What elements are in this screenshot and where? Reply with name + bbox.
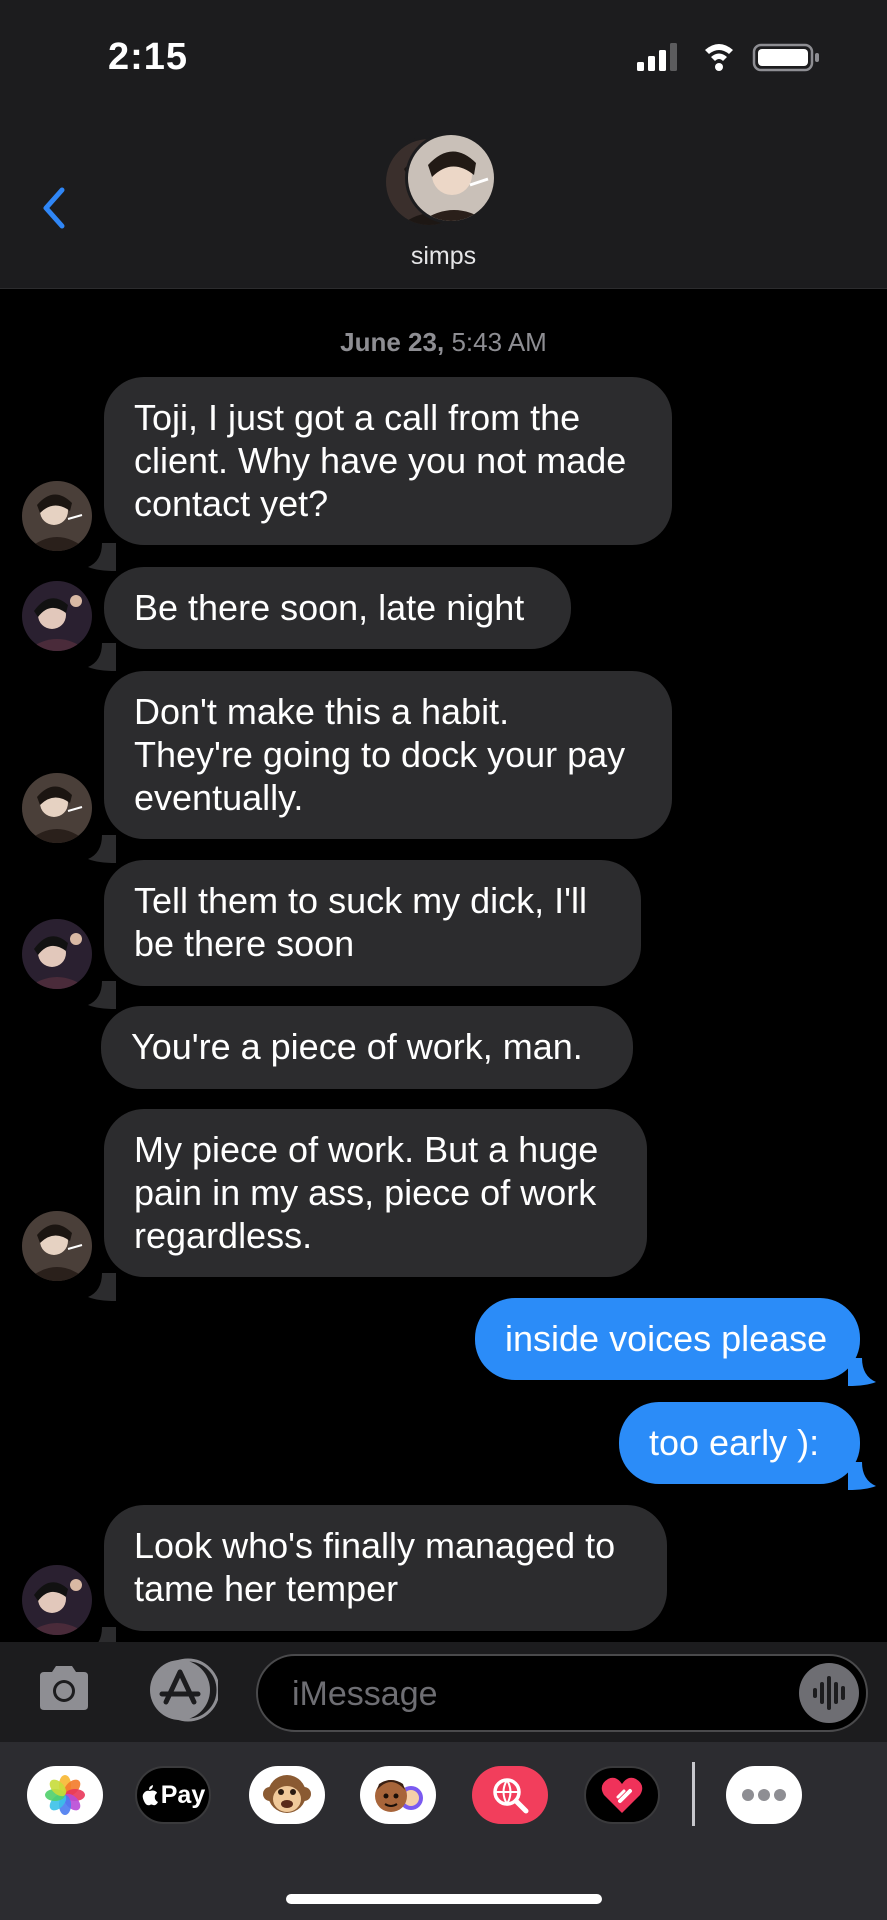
- dictation-waveform-icon[interactable]: [798, 1662, 860, 1724]
- battery-icon: [752, 43, 819, 72]
- heart-touch-icon: [601, 1777, 643, 1813]
- home-indicator[interactable]: [286, 1894, 602, 1904]
- memoji-icon: [375, 1780, 423, 1812]
- thread-timestamp: June 23, 5:43 AM: [0, 327, 887, 358]
- message-text-field[interactable]: [290, 1656, 774, 1732]
- camera-icon[interactable]: [36, 1664, 92, 1712]
- sender-avatar-a[interactable]: [22, 1211, 92, 1281]
- message-bubble-incoming[interactable]: You're a piece of work, man.: [101, 1006, 633, 1089]
- globe-search-icon: [493, 1778, 529, 1814]
- back-chevron-icon[interactable]: [36, 180, 72, 236]
- bubble-tail: [88, 543, 116, 571]
- more-apps-button[interactable]: [726, 1766, 802, 1824]
- conversation-header: simps: [0, 110, 887, 289]
- sender-avatar-b[interactable]: [22, 581, 92, 651]
- wifi-icon: [705, 44, 733, 71]
- bubble-tail: [848, 1358, 876, 1386]
- monkey-animoji-icon: [263, 1775, 311, 1813]
- photos-icon: [45, 1775, 85, 1815]
- bubble-tail: [88, 835, 116, 863]
- sender-avatar-b[interactable]: [22, 919, 92, 989]
- message-thread[interactable]: June 23, 5:43 AM Toji, I just got a call…: [0, 289, 887, 1655]
- apple-logo-icon: [142, 1785, 158, 1806]
- apple-pay-app-button[interactable]: Pay: [135, 1766, 211, 1824]
- status-icons: [637, 43, 819, 72]
- drawer-divider: [692, 1762, 695, 1826]
- group-avatar[interactable]: [383, 132, 503, 232]
- composer-bar: [0, 1642, 887, 1742]
- animoji-app-button[interactable]: [249, 1766, 325, 1824]
- timestamp-date: June 23,: [340, 327, 445, 357]
- status-time: 2:15: [108, 36, 189, 78]
- more-ellipsis-icon: [742, 1789, 786, 1801]
- member-avatar-front: [405, 132, 497, 224]
- memoji-app-button[interactable]: [360, 1766, 436, 1824]
- sender-avatar-a[interactable]: [22, 773, 92, 843]
- message-bubble-incoming[interactable]: Look who's finally managed to tame her t…: [104, 1505, 667, 1631]
- image-search-app-button[interactable]: [472, 1766, 548, 1824]
- timestamp-time: 5:43 AM: [451, 327, 547, 357]
- group-name[interactable]: simps: [0, 242, 887, 271]
- bubble-tail: [88, 981, 116, 1009]
- message-bubble-outgoing[interactable]: inside voices please: [475, 1298, 860, 1380]
- message-bubble-incoming[interactable]: Toji, I just got a call from the client.…: [104, 377, 672, 545]
- message-bubble-incoming[interactable]: Tell them to suck my dick, I'll be there…: [104, 860, 641, 986]
- app-store-icon[interactable]: [142, 1658, 218, 1722]
- digital-touch-app-button[interactable]: [584, 1766, 660, 1824]
- cellular-signal-icon: [637, 43, 677, 71]
- message-bubble-incoming[interactable]: Be there soon, late night: [104, 567, 571, 649]
- message-bubble-outgoing[interactable]: too early ):: [619, 1402, 860, 1484]
- photos-app-button[interactable]: [27, 1766, 103, 1824]
- message-input[interactable]: [256, 1654, 868, 1732]
- bubble-tail: [88, 643, 116, 671]
- sender-avatar-b[interactable]: [22, 1565, 92, 1635]
- apple-pay-label: Pay: [160, 1780, 206, 1809]
- message-bubble-incoming[interactable]: Don't make this a habit. They're going t…: [104, 671, 672, 839]
- sender-avatar-a[interactable]: [22, 481, 92, 551]
- message-bubble-incoming[interactable]: My piece of work. But a huge pain in my …: [104, 1109, 647, 1277]
- status-bar: 2:15: [0, 0, 887, 110]
- bubble-tail: [848, 1462, 876, 1490]
- bubble-tail: [88, 1273, 116, 1301]
